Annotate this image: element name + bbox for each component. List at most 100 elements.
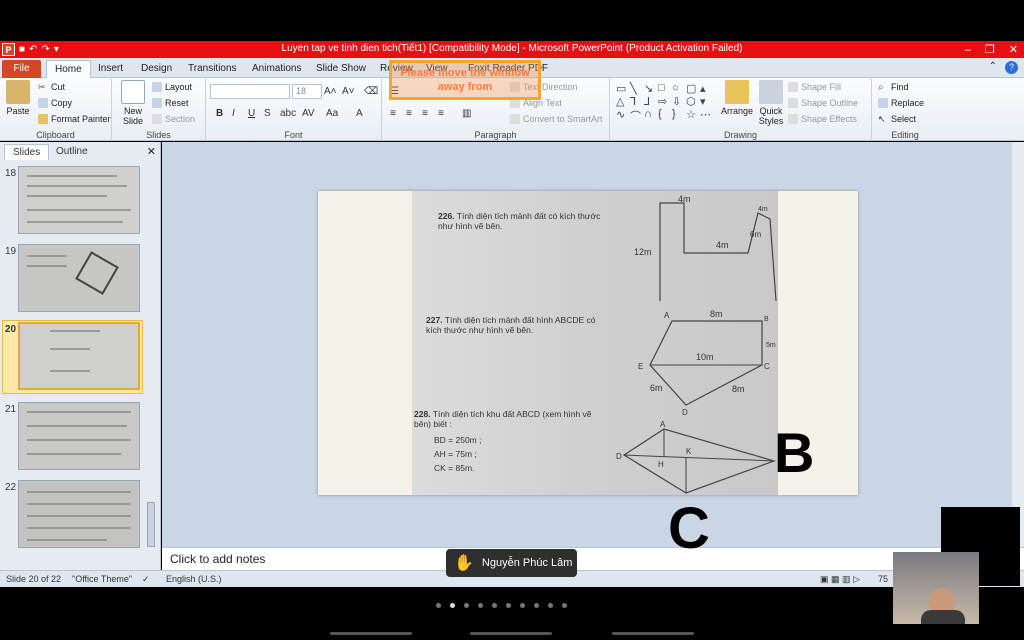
tab-transitions[interactable]: Transitions — [180, 60, 245, 78]
brace-left-shape-icon[interactable]: { — [658, 108, 672, 121]
bend-shape-icon[interactable]: ∩ — [644, 108, 658, 121]
copy-button[interactable]: Copy — [38, 98, 72, 108]
align-center-icon[interactable]: ≡ — [406, 108, 412, 119]
roundrect-shape-icon[interactable]: ▢ — [686, 82, 700, 95]
underline-icon[interactable]: U — [248, 108, 255, 119]
replace-icon — [878, 98, 888, 108]
window-controls: – ❐ ✕ — [965, 41, 1018, 58]
font-color-icon[interactable]: A — [356, 108, 363, 119]
char-spacing-icon[interactable]: AV — [302, 108, 315, 119]
shapes-gallery[interactable]: ▭ ╲ ↘ □ ○ ▢ ▴ △ ⅂ ⅃ ⇨ ⇩ ⬡ ▾ ∿ ⌒ ∩ { } ☆ — [616, 82, 714, 123]
canvas-scrollbar[interactable] — [1012, 142, 1024, 547]
select-button[interactable]: ↖ Select — [878, 114, 916, 124]
view-buttons[interactable]: ▣ ▦ ▥ ▷ — [820, 574, 860, 585]
connector-shape-icon[interactable]: ⅂ — [630, 95, 644, 108]
zoom-level[interactable]: 75 — [878, 574, 888, 584]
format-painter-button[interactable]: Format Painter — [38, 114, 111, 124]
new-slide-icon — [121, 80, 145, 104]
fig2-label-side: 5m — [766, 342, 776, 349]
restore-icon[interactable]: ❐ — [985, 43, 995, 56]
pane-scroll-thumb[interactable] — [147, 502, 155, 547]
oval-shape-icon[interactable]: ○ — [672, 82, 686, 95]
spellcheck-icon[interactable]: ✓ — [142, 574, 150, 585]
pane-scrollbar[interactable] — [147, 162, 155, 562]
strikethrough-icon[interactable]: abc — [280, 108, 296, 119]
tab-home[interactable]: Home — [46, 60, 91, 78]
tab-outline[interactable]: Outline — [48, 144, 96, 160]
tab-design[interactable]: Design — [133, 60, 180, 78]
quick-styles-button[interactable]: Quick Styles — [756, 80, 786, 126]
more-shapes-icon[interactable]: ▴ — [700, 82, 714, 95]
minimize-ribbon-icon[interactable]: ⌃ — [989, 61, 997, 74]
triangle-shape-icon[interactable]: △ — [616, 95, 630, 108]
expand-shapes-icon[interactable]: ⋯ — [700, 108, 714, 121]
slide-editing-area: 226. Tính diện tích mảnh đất có kích thư… — [162, 142, 1012, 547]
paste-icon — [6, 80, 30, 104]
scroll-shapes-icon[interactable]: ▾ — [700, 95, 714, 108]
down-arrow-shape-icon[interactable]: ⇩ — [672, 95, 686, 108]
section-button[interactable]: Section — [152, 114, 195, 124]
shape-outline-button[interactable]: Shape Outline — [788, 98, 858, 108]
minimize-icon[interactable]: – — [965, 44, 971, 56]
font-size-box[interactable]: 18 — [292, 84, 322, 99]
section-icon — [152, 114, 162, 124]
bold-icon[interactable]: B — [216, 108, 223, 119]
tab-animations[interactable]: Animations — [244, 60, 309, 78]
italic-icon[interactable]: I — [232, 108, 235, 119]
justify-icon[interactable]: ≡ — [438, 108, 444, 119]
page-indicator[interactable] — [436, 603, 567, 608]
arrange-button[interactable]: Arrange — [720, 80, 754, 116]
grow-font-icon[interactable]: A˄ — [324, 86, 337, 97]
clipboard-group: Paste ✂ Cut Copy Format Painter Clipboar… — [0, 78, 112, 141]
new-slide-button[interactable]: New Slide — [118, 80, 148, 126]
line-shape-icon[interactable]: ╲ — [630, 82, 644, 95]
tab-file[interactable]: File — [2, 60, 41, 78]
curve-shape-icon[interactable]: ∿ — [616, 108, 630, 121]
fig3-vertex-h: H — [658, 460, 664, 469]
rect-shape-icon[interactable]: □ — [658, 82, 672, 95]
close-pane-icon[interactable]: ✕ — [147, 145, 156, 158]
cut-button[interactable]: ✂ Cut — [38, 82, 65, 92]
worksheet-photo[interactable]: 226. Tính diện tích mảnh đất có kích thư… — [412, 191, 778, 495]
flow-shape-icon[interactable]: ⬡ — [686, 95, 700, 108]
elbow-shape-icon[interactable]: ⅃ — [644, 95, 658, 108]
arrow-shape-icon[interactable]: ↘ — [644, 82, 658, 95]
align-left-icon[interactable]: ≡ — [390, 108, 396, 119]
reset-button[interactable]: Reset — [152, 98, 189, 108]
right-arrow-shape-icon[interactable]: ⇨ — [658, 95, 672, 108]
shadow-icon[interactable]: S — [264, 108, 271, 119]
arc-shape-icon[interactable]: ⌒ — [630, 108, 644, 123]
columns-icon[interactable]: ▥ — [462, 108, 471, 119]
star-shape-icon[interactable]: ☆ — [686, 108, 700, 121]
close-icon[interactable]: ✕ — [1009, 43, 1018, 56]
tab-insert[interactable]: Insert — [90, 60, 131, 78]
help-icon[interactable]: ? — [1005, 61, 1018, 74]
shape-fill-button[interactable]: Shape Fill — [788, 82, 841, 92]
brace-right-shape-icon[interactable]: } — [672, 108, 686, 121]
slide-thumbnail-20[interactable] — [18, 322, 140, 390]
slide-thumbnail-19[interactable] — [18, 244, 140, 312]
change-case-icon[interactable]: Aa — [326, 108, 338, 119]
align-right-icon[interactable]: ≡ — [422, 108, 428, 119]
raise-hand-notification[interactable]: ✋ Nguyễn Phúc Lâm — [446, 549, 577, 577]
replace-button[interactable]: Replace — [878, 98, 924, 108]
slide-thumbnail-18[interactable] — [18, 166, 140, 234]
clear-format-icon[interactable]: ⌫ — [364, 86, 378, 97]
tab-slide-show[interactable]: Slide Show — [308, 60, 374, 78]
theme-name[interactable]: "Office Theme" — [72, 574, 132, 584]
window-warning-overlay: Please move the window away from — [389, 60, 541, 100]
language[interactable]: English (U.S.) — [166, 574, 222, 584]
layout-button[interactable]: Layout — [152, 82, 192, 92]
find-button[interactable]: ⌕ Find — [878, 82, 909, 93]
fig3-diagonal-bd — [623, 454, 775, 462]
shrink-font-icon[interactable]: A˅ — [342, 86, 355, 97]
paste-button[interactable]: Paste — [4, 80, 32, 116]
convert-smartart-button[interactable]: Convert to SmartArt — [510, 114, 603, 124]
font-name-box[interactable] — [210, 84, 290, 99]
textbox-shape-icon[interactable]: ▭ — [616, 82, 630, 95]
slide-thumbnail-22[interactable] — [18, 480, 140, 548]
tab-slides[interactable]: Slides — [4, 144, 50, 160]
slide-thumbnail-21[interactable] — [18, 402, 140, 470]
outline-icon — [788, 98, 798, 108]
shape-effects-button[interactable]: Shape Effects — [788, 114, 857, 124]
